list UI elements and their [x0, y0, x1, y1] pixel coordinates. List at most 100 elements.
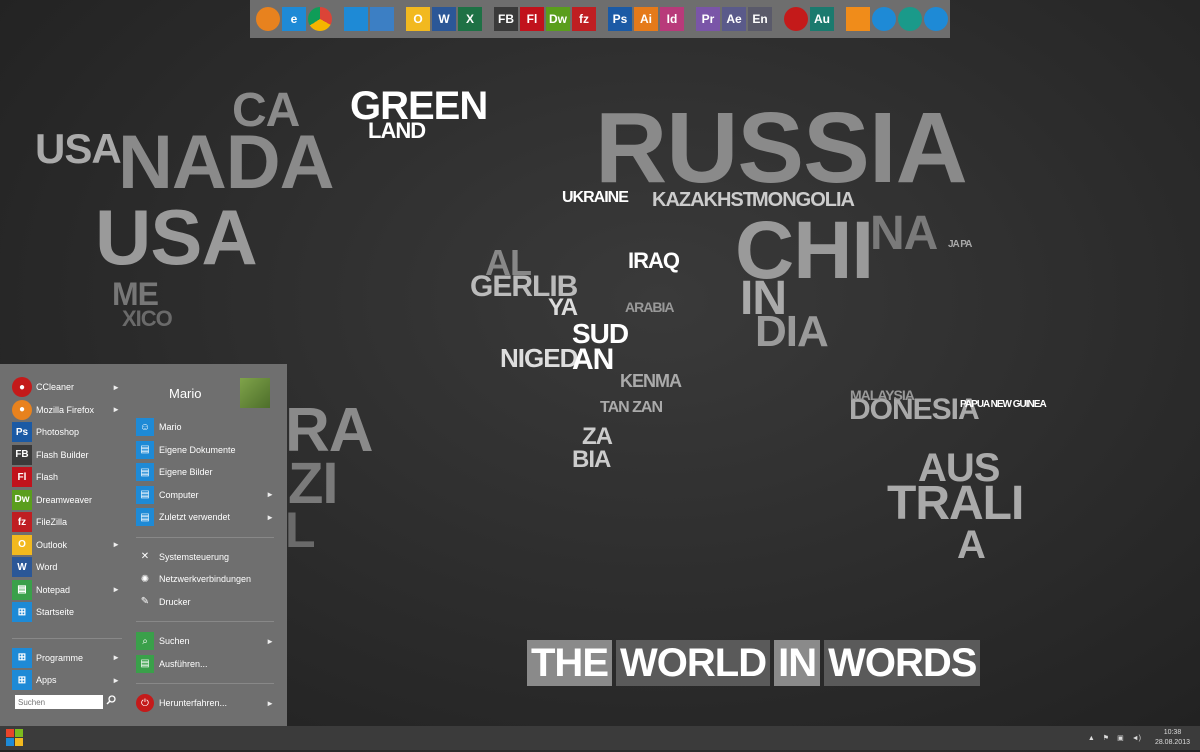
menu-item-eigene-dokumente[interactable]: ▤ Eigene Dokumente — [136, 439, 276, 462]
menu-item-label: Eigene Bilder — [159, 467, 213, 478]
dock-group: Ps Ai Id — [608, 7, 684, 31]
menu-item-computer[interactable]: ▤ Computer ► — [136, 484, 276, 507]
windows-logo-icon — [6, 729, 23, 746]
menu-item-dreamweaver[interactable]: Dw Dreamweaver — [12, 489, 122, 512]
filezilla-icon[interactable]: fz — [572, 7, 596, 31]
audition-icon[interactable]: Au — [810, 7, 834, 31]
map-country-word: USA — [35, 125, 122, 172]
vlc-icon[interactable] — [846, 7, 870, 31]
indesign-icon[interactable]: Id — [660, 7, 684, 31]
menu-item-photoshop[interactable]: Ps Photoshop — [12, 421, 122, 444]
map-country-word: DIA — [755, 307, 829, 356]
action-center-flag-icon[interactable]: ⚑ — [1103, 734, 1109, 742]
encore-icon[interactable]: En — [748, 7, 772, 31]
media-player-icon[interactable] — [784, 7, 808, 31]
ccleaner-icon: ● — [12, 377, 32, 398]
map-country-word: MALAYSIA — [850, 387, 915, 403]
menu-item-mozilla-firefox[interactable]: ● Mozilla Firefox ► — [12, 399, 122, 422]
map-country-word: LAND — [368, 118, 426, 143]
menu-item-label: CCleaner — [36, 382, 75, 393]
menu-item-label: Word — [36, 562, 58, 573]
banner-word: THE — [527, 640, 612, 686]
map-country-word: JA PA — [948, 239, 972, 250]
volume-icon[interactable]: ◄) — [1132, 735, 1141, 742]
network-tray-icon[interactable]: ▣ — [1117, 734, 1124, 742]
menu-item-filezilla[interactable]: fz FileZilla — [12, 511, 122, 534]
quicktime-icon[interactable] — [924, 7, 948, 31]
map-country-word: ARABIA — [625, 299, 674, 315]
pinned-programs: ● CCleaner ► ● Mozilla Firefox ► Ps Photoshop FB… — [12, 376, 122, 692]
computer-icon: ▤ — [136, 485, 154, 504]
photoshop-icon[interactable]: Ps — [608, 7, 632, 31]
chrome-icon[interactable] — [308, 7, 332, 31]
map-country-word: USA — [95, 193, 258, 281]
after-effects-icon[interactable]: Ae — [722, 7, 746, 31]
menu-item-startseite[interactable]: ⊞ Startseite — [12, 601, 122, 624]
menu-item-herunterfahren[interactable]: ⏻ Herunterfahren... ► — [136, 692, 276, 715]
show-hidden-icons-icon[interactable]: ▲ — [1088, 735, 1095, 742]
app-dock: e O W X FB Fl Dw fz Ps Ai Id Pr Ae En Au — [250, 0, 950, 38]
calculator-icon[interactable] — [370, 7, 394, 31]
illustrator-icon[interactable]: Ai — [634, 7, 658, 31]
network-icon: ✺ — [140, 573, 150, 585]
search-icon: ⌕ — [136, 632, 154, 651]
menu-item-systemsteuerung[interactable]: ✕ Systemsteuerung — [136, 546, 276, 569]
windows-icon: ⊞ — [12, 602, 32, 623]
dock-group: OWX — [406, 7, 482, 31]
word-icon[interactable]: W — [432, 7, 456, 31]
remote-icon[interactable] — [344, 7, 368, 31]
menu-item-suchen[interactable]: ⌕ Suchen ► — [136, 630, 276, 653]
start-search-input[interactable] — [15, 695, 103, 709]
menu-item-ccleaner[interactable]: ● CCleaner ► — [12, 376, 122, 399]
menu-item-drucker[interactable]: ✎ Drucker — [136, 591, 276, 614]
menu-item-mario[interactable]: ☺ Mario — [136, 416, 276, 439]
menu-item-notepad[interactable]: ▤ Notepad ► — [12, 579, 122, 602]
dreamweaver-icon[interactable]: Dw — [546, 7, 570, 31]
submenu-arrow-icon: ► — [266, 636, 274, 646]
firefox-icon[interactable] — [256, 7, 280, 31]
clock-date: 28.08.2013 — [1154, 739, 1190, 746]
world-in-words-banner: THE WORLD IN WORDS — [527, 640, 981, 686]
start-button[interactable] — [6, 729, 24, 747]
play-teal-icon[interactable] — [898, 7, 922, 31]
menu-item-flash-builder[interactable]: FB Flash Builder — [12, 444, 122, 467]
menu-item-ausf-hren[interactable]: ▤ Ausführen... — [136, 653, 276, 676]
user-name: Mario — [169, 385, 202, 401]
map-country-word: XICO — [122, 306, 173, 331]
menu-item-label: Netzwerkverbindungen — [159, 574, 252, 585]
menu-item-netzwerkverbindungen[interactable]: ✺ Netzwerkverbindungen — [136, 568, 276, 591]
taskbar: ▲ ⚑ ▣ ◄) 10:38 28.08.2013 — [0, 726, 1200, 750]
flash-icon[interactable]: Fl — [520, 7, 544, 31]
run-icon: ▤ — [136, 654, 154, 673]
menu-item-label: Ausführen... — [159, 658, 208, 669]
premiere-icon[interactable]: Pr — [696, 7, 720, 31]
start-menu: ● CCleaner ► ● Mozilla Firefox ► Ps Photoshop FB… — [0, 364, 287, 726]
dock-group: Pr Ae En — [696, 7, 772, 31]
menu-item-label: Outlook — [36, 539, 68, 550]
map-country-word: YA — [548, 294, 578, 321]
start-menu-right-pane: Mario ☺ Mario ▤ Eigene Dokumente ▤ Eigene Bil… — [136, 376, 276, 715]
photoshop-icon: Ps — [12, 422, 32, 443]
notepad-icon: ▤ — [12, 579, 32, 600]
avatar[interactable] — [240, 378, 270, 408]
clock[interactable]: 10:38 28.08.2013 — [1145, 728, 1200, 748]
firefox-icon: ● — [12, 399, 32, 420]
excel-icon[interactable]: X — [458, 7, 482, 31]
menu-item-apps[interactable]: ⊞ Apps ► — [12, 669, 122, 692]
menu-item-word[interactable]: W Word — [12, 556, 122, 579]
dreamweaver-icon: Dw — [12, 489, 32, 510]
menu-item-label: Systemsteuerung — [159, 551, 230, 562]
flash-builder-icon: FB — [12, 444, 32, 465]
play-blue-icon[interactable] — [872, 7, 896, 31]
menu-item-eigene-bilder[interactable]: ▤ Eigene Bilder — [136, 461, 276, 484]
apps-icon: ⊞ — [12, 670, 32, 691]
menu-item-zuletzt-verwendet[interactable]: ▤ Zuletzt verwendet ► — [136, 506, 276, 529]
search-icon[interactable] — [106, 695, 118, 709]
menu-item-outlook[interactable]: O Outlook ► — [12, 534, 122, 557]
ie-icon[interactable]: e — [282, 7, 306, 31]
menu-item-programme[interactable]: ⊞ Programme ► — [12, 647, 122, 670]
menu-item-flash[interactable]: Fl Flash — [12, 466, 122, 489]
flash-builder-icon[interactable]: FB — [494, 7, 518, 31]
dock-group: Au — [784, 7, 834, 31]
outlook-icon[interactable]: O — [406, 7, 430, 31]
